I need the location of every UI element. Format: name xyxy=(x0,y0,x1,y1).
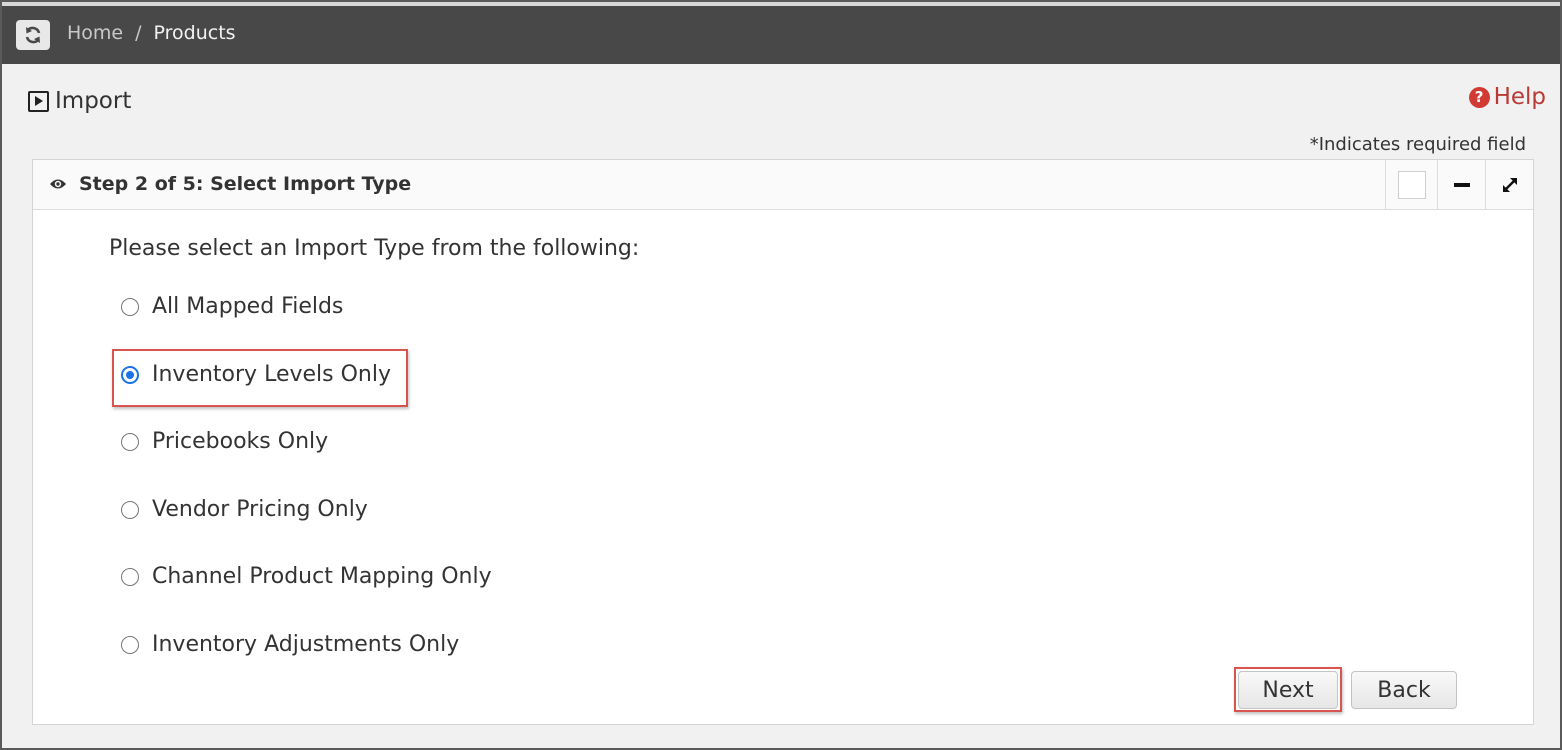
refresh-button[interactable] xyxy=(16,20,50,50)
radio-button[interactable] xyxy=(121,297,139,316)
panel-title: Step 2 of 5: Select Import Type xyxy=(79,173,412,195)
option-inventory-adjustments-only[interactable]: Inventory Adjustments Only xyxy=(121,632,459,657)
option-label: Inventory Adjustments Only xyxy=(152,632,460,657)
play-square-icon xyxy=(28,90,49,112)
panel-tools xyxy=(1385,160,1533,209)
radio-button[interactable] xyxy=(121,432,139,451)
radio-button[interactable] xyxy=(121,635,139,654)
breadcrumb-separator: / xyxy=(135,22,142,44)
highlight-box-next xyxy=(1234,667,1342,712)
import-type-panel: Step 2 of 5: Select Import Type Please s… xyxy=(32,159,1534,725)
help-link[interactable]: ? Help xyxy=(1468,84,1546,110)
help-label: Help xyxy=(1493,84,1546,110)
top-bar: Home / Products xyxy=(2,2,1560,64)
option-label: Channel Product Mapping Only xyxy=(152,564,492,589)
square-icon xyxy=(1397,170,1426,199)
question-circle-icon: ? xyxy=(1468,86,1490,108)
option-label: Pricebooks Only xyxy=(152,429,329,454)
highlight-box-option xyxy=(112,349,408,407)
fullscreen-button[interactable] xyxy=(1485,160,1533,209)
option-channel-product-mapping-only[interactable]: Channel Product Mapping Only xyxy=(121,564,492,589)
breadcrumb-home-link[interactable]: Home xyxy=(67,22,123,44)
breadcrumb-current: Products xyxy=(153,22,236,44)
page-title-label: Import xyxy=(55,88,132,114)
option-vendor-pricing-only[interactable]: Vendor Pricing Only xyxy=(121,497,368,522)
collapse-button[interactable] xyxy=(1437,160,1485,209)
radio-button[interactable] xyxy=(121,567,139,586)
app-frame: Home / Products Import ? Help *Indicates… xyxy=(0,0,1562,750)
eye-icon xyxy=(50,179,66,189)
expand-icon xyxy=(1502,177,1517,192)
breadcrumb: Home / Products xyxy=(67,22,236,44)
radio-button[interactable] xyxy=(121,500,139,519)
option-all-mapped-fields[interactable]: All Mapped Fields xyxy=(121,294,343,319)
panel-color-button[interactable] xyxy=(1385,160,1437,209)
required-field-note: *Indicates required field xyxy=(1309,134,1526,155)
option-label: Vendor Pricing Only xyxy=(152,497,368,522)
instruction-text: Please select an Import Type from the fo… xyxy=(109,236,640,261)
refresh-icon xyxy=(25,26,41,44)
page-title: Import xyxy=(28,88,131,114)
minus-icon xyxy=(1453,182,1470,187)
back-button[interactable]: Back xyxy=(1351,671,1457,709)
option-label: All Mapped Fields xyxy=(152,294,344,319)
panel-header: Step 2 of 5: Select Import Type xyxy=(33,160,1533,210)
option-pricebooks-only[interactable]: Pricebooks Only xyxy=(121,429,328,454)
